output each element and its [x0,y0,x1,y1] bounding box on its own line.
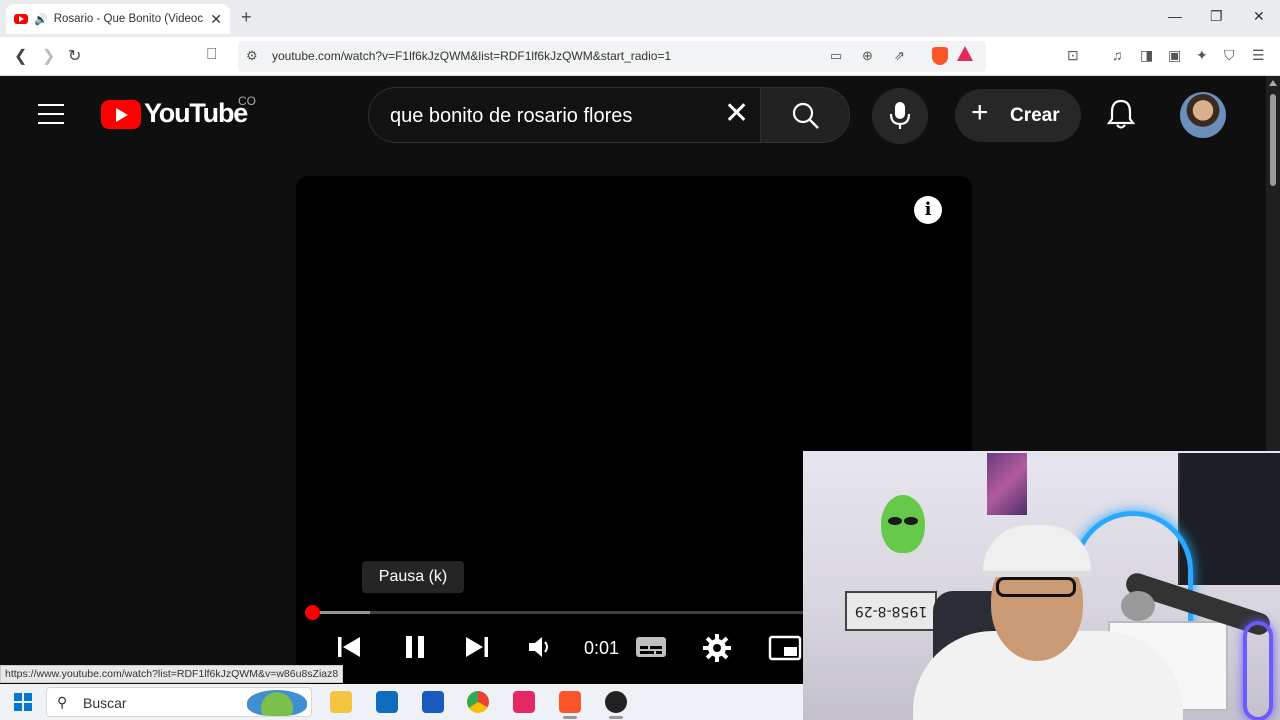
taskbar-search-label: Buscar [83,695,127,711]
menu-icon[interactable] [38,104,64,124]
active-app-indicator [563,716,577,719]
link-preview: https://www.youtube.com/watch?list=RDF1l… [0,665,344,683]
scroll-up-icon[interactable] [1269,80,1277,86]
active-app-indicator [609,716,623,719]
pause-icon[interactable] [402,634,428,660]
browser-tab[interactable]: 🔊 Rosario - Que Bonito (Videoc ✕ [6,4,230,34]
mic-icon [889,102,911,129]
youtube-favicon [14,14,28,24]
vpn-icon[interactable]: ⛉ [1224,47,1235,64]
voice-search-button[interactable] [872,88,928,144]
browser-toolbar: ❮ ❯ ↻ ⎕ ⚙ youtube.com/watch?v=F1lf6kJzQW… [0,37,1280,76]
youtube-logo-icon[interactable] [101,100,141,129]
settings-icon[interactable] [703,634,731,662]
progress-buffer [312,611,370,614]
miniplayer-icon[interactable] [768,634,802,662]
browser-menu-icon[interactable]: ☰ [1252,47,1265,64]
progress-scrubber[interactable] [305,605,320,620]
media-icon[interactable]: ♫ [1112,47,1123,63]
url-text[interactable]: youtube.com/watch?v=F1lf6kJzQWM&list=RDF… [272,49,671,63]
search-input[interactable]: que bonito de rosario flores ✕ [368,87,760,143]
site-settings-icon[interactable]: ⚙ [246,48,258,64]
youtube-logo-text[interactable]: YouTube [144,98,248,129]
youtube-header: YouTube CO que bonito de rosario flores … [0,76,1266,156]
wall-poster [987,453,1027,515]
sidebar-icon[interactable]: ◨ [1140,47,1153,64]
capcut-icon[interactable] [513,691,535,713]
previous-icon[interactable] [336,634,362,660]
search-query[interactable]: que bonito de rosario flores [390,105,632,128]
country-code: CO [238,94,256,108]
person-glasses [996,577,1076,597]
bookmark-icon[interactable]: ⎕ [207,46,217,64]
create-button[interactable]: + Crear [955,89,1081,142]
close-window-icon[interactable]: ✕ [1253,8,1265,25]
minimize-icon[interactable]: — [1168,8,1182,24]
next-icon[interactable] [464,634,490,660]
new-tab-button[interactable]: + [241,7,252,28]
word-icon[interactable] [422,691,444,713]
close-tab-icon[interactable]: ✕ [210,11,222,28]
chrome-icon[interactable] [467,691,489,713]
speaker-icon[interactable]: 🔊 [34,13,48,26]
install-icon[interactable]: ▭ [830,48,842,64]
alien-eye [904,517,918,525]
search-icon [792,102,819,129]
pause-tooltip: Pausa (k) [362,561,464,593]
obs-icon[interactable] [605,691,627,713]
zoom-icon[interactable]: ⊕ [862,48,873,64]
tab-title: Rosario - Que Bonito (Videoc [53,13,204,25]
address-bar[interactable]: ⚙ youtube.com/watch?v=F1lf6kJzQWM&list=R… [238,41,986,72]
tv-screen [1178,453,1280,585]
forward-icon[interactable]: ❯ [42,46,55,66]
alien-eye [888,517,902,525]
brave-rewards-icon[interactable] [957,46,973,61]
brave-icon[interactable] [559,691,581,713]
license-plate: 1958-8-29 [845,591,937,631]
file-explorer-icon[interactable] [330,691,352,713]
webcam-overlay: 1958-8-29 [803,451,1280,720]
back-icon[interactable]: ❮ [14,46,27,66]
browser-tab-strip: 🔊 Rosario - Que Bonito (Videoc ✕ + — ❐ ✕ [0,0,1280,37]
bell-icon[interactable] [1106,98,1136,130]
leo-icon[interactable]: ✦ [1196,47,1208,64]
search-icon: ⚲ [57,694,68,710]
current-time: 0:01 [584,638,620,658]
taskbar-search[interactable]: ⚲ Buscar [46,687,312,717]
person-cap [983,525,1091,577]
subtitles-icon[interactable] [635,634,667,660]
screen: 🔊 Rosario - Que Bonito (Videoc ✕ + — ❐ ✕… [0,0,1280,720]
clear-search-icon[interactable]: ✕ [724,99,749,129]
wallet-icon[interactable]: ▣ [1168,47,1181,64]
restore-icon[interactable]: ❐ [1210,8,1223,25]
share-icon[interactable]: ⇗ [894,48,905,64]
brave-shield-icon[interactable] [932,47,948,65]
neon-light [1243,621,1273,720]
search-highlight-icon [247,690,307,716]
create-label: Crear [1010,105,1060,126]
microphone-head [1121,591,1155,621]
avatar[interactable] [1180,92,1226,138]
info-icon[interactable]: i [914,196,942,224]
tab-search-icon[interactable]: ⊡ [1067,47,1079,64]
search-button[interactable] [760,87,850,143]
taskbar: ⚲ Buscar [0,684,803,720]
volume-icon[interactable] [527,634,553,660]
plus-icon: + [971,96,989,129]
scroll-thumb[interactable] [1270,94,1276,186]
alien-figure [881,495,925,553]
windows-start-icon[interactable] [14,693,32,711]
outlook-icon[interactable] [376,691,398,713]
reload-icon[interactable]: ↻ [68,46,81,66]
